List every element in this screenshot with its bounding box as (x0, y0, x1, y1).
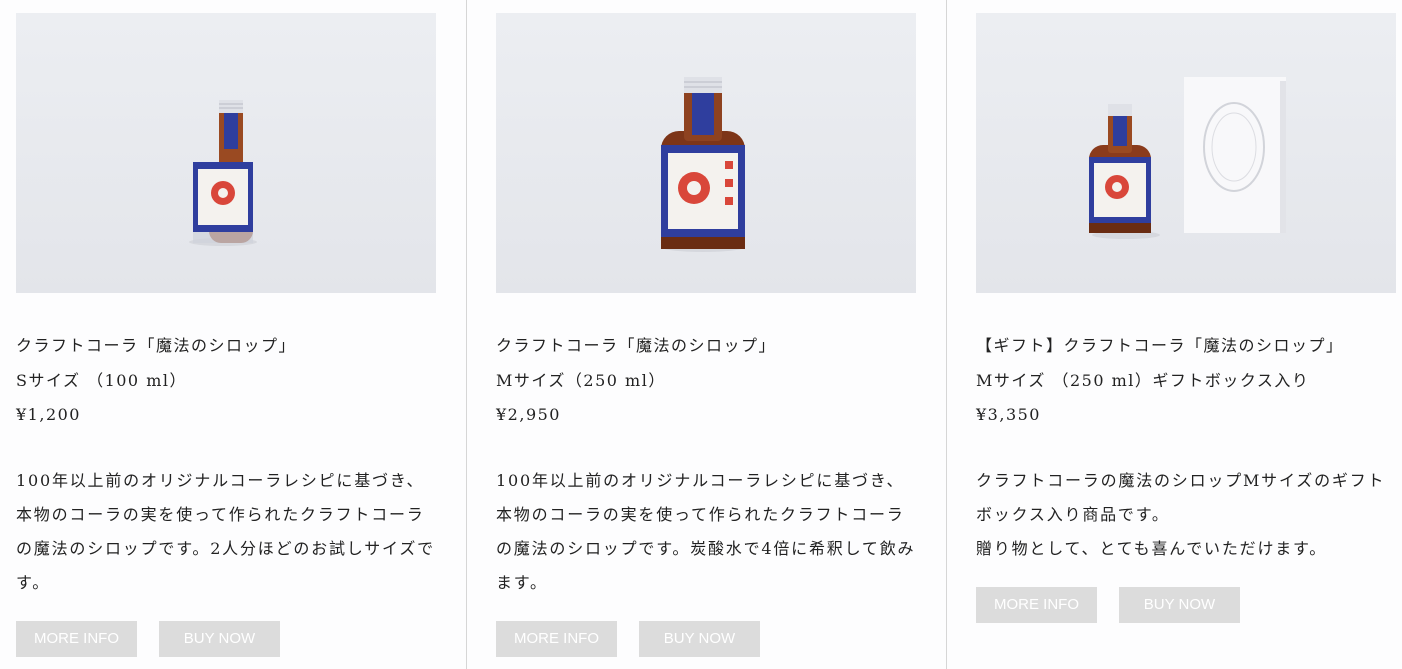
product-size: Sサイズ （100 ml） (16, 370, 187, 390)
product-price: ¥1,200 (16, 405, 81, 424)
product-title: クラフトコーラ「魔法のシロップ」 (16, 336, 297, 355)
more-info-button[interactable]: MORE INFO (496, 620, 617, 657)
product-size: Mサイズ（250 ml） (496, 370, 666, 390)
product-card: 【ギフト】クラフトコーラ「魔法のシロップ」 Mサイズ （250 ml）ギフトボッ… (976, 13, 1396, 623)
column-divider (946, 0, 947, 669)
product-image[interactable] (496, 13, 916, 293)
product-grid: クラフトコーラ「魔法のシロップ」 Sサイズ （100 ml） ¥1,200 10… (0, 0, 1402, 669)
product-image[interactable] (16, 13, 436, 293)
product-title: 【ギフト】クラフトコーラ「魔法のシロップ」 (976, 336, 1344, 355)
buy-now-button[interactable]: BUY NOW (1119, 586, 1240, 623)
product-description: クラフトコーラの魔法のシロップMサイズのギフトボックス入り商品です。 贈り物とし… (976, 470, 1386, 558)
product-title: クラフトコーラ「魔法のシロップ」 (496, 336, 777, 355)
product-description: 100年以上前のオリジナルコーラレシピに基づき、本物のコーラの実を使って作られた… (496, 470, 916, 592)
column-divider (466, 0, 467, 669)
buy-now-button[interactable]: BUY NOW (159, 620, 280, 657)
product-size: Mサイズ （250 ml）ギフトボックス入り (976, 370, 1310, 390)
product-description: 100年以上前のオリジナルコーラレシピに基づき、本物のコーラの実を使って作られた… (16, 470, 435, 592)
more-info-button[interactable]: MORE INFO (976, 586, 1097, 623)
product-price: ¥2,950 (496, 405, 561, 424)
product-price: ¥3,350 (976, 405, 1041, 424)
product-card: クラフトコーラ「魔法のシロップ」 Sサイズ （100 ml） ¥1,200 10… (16, 13, 436, 657)
buy-now-button[interactable]: BUY NOW (639, 620, 760, 657)
more-info-button[interactable]: MORE INFO (16, 620, 137, 657)
product-image[interactable] (976, 13, 1396, 293)
product-card: クラフトコーラ「魔法のシロップ」 Mサイズ（250 ml） ¥2,950 100… (496, 13, 916, 657)
